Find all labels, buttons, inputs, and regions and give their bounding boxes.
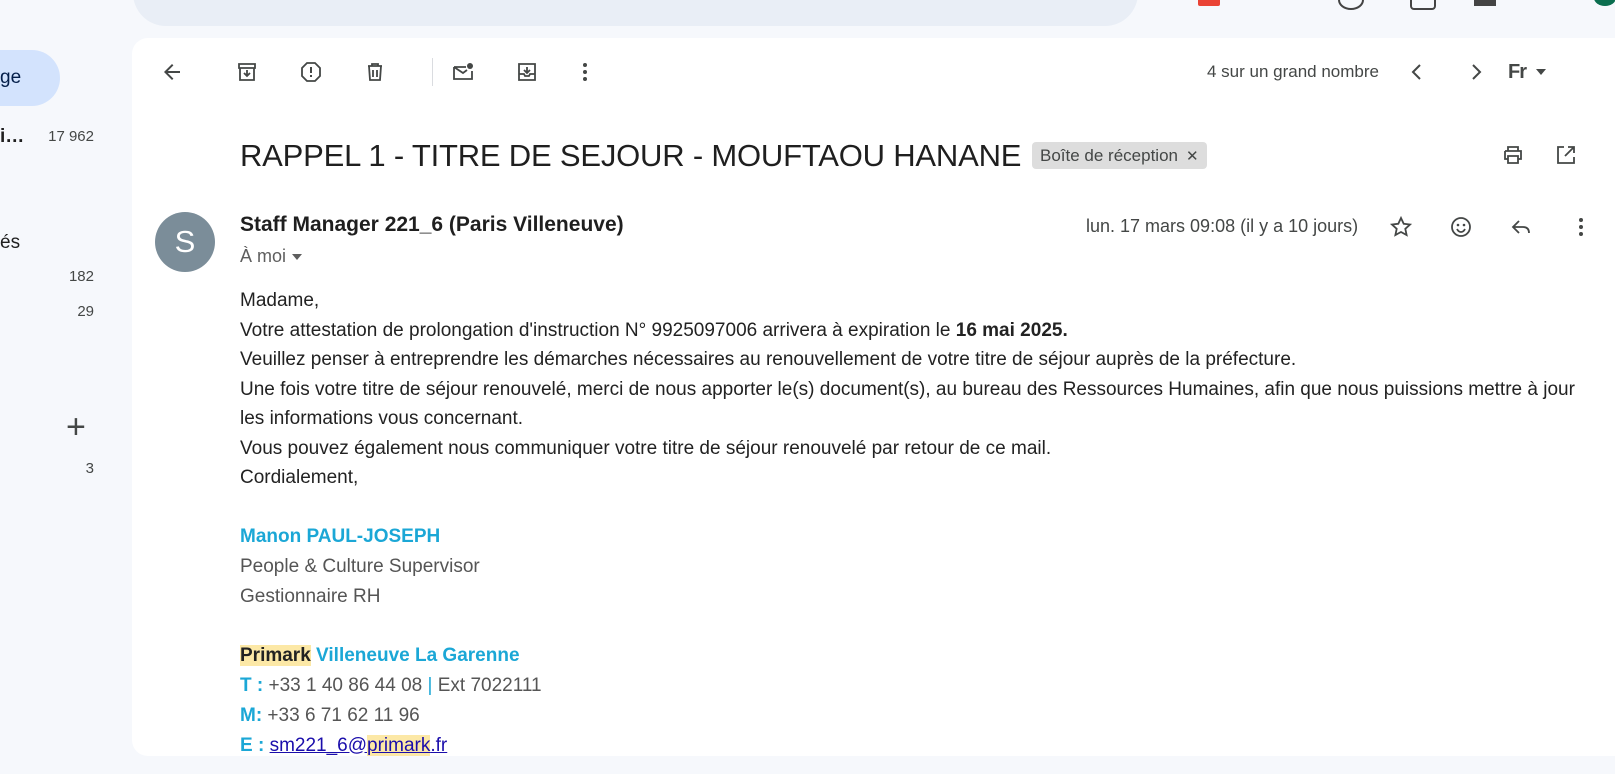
signature-title: People & Culture Supervisor [240, 555, 480, 577]
recipient-details-toggle[interactable]: À moi [240, 246, 303, 267]
label-chip-text: Boîte de réception [1040, 145, 1178, 165]
mark-unread-icon[interactable] [443, 52, 483, 92]
sidebar-item-count: 29 [77, 303, 94, 320]
company-highlight: Primark [240, 644, 311, 666]
emoji-reaction-icon[interactable] [1441, 207, 1481, 247]
input-tools-button[interactable]: Fr [1497, 52, 1557, 92]
company-location: Villeneuve La Garenne [310, 644, 520, 666]
phone-label: T : [240, 674, 264, 696]
report-spam-icon[interactable] [291, 52, 331, 92]
move-to-icon[interactable] [507, 52, 547, 92]
signature-email: E : sm221_6@primark.fr [240, 731, 1580, 761]
star-icon[interactable] [1381, 207, 1421, 247]
body-line: Votre attestation de prolongation d'inst… [240, 316, 1580, 346]
settings-icon[interactable] [1410, 0, 1436, 10]
reply-icon[interactable] [1501, 207, 1541, 247]
delete-icon[interactable] [355, 52, 395, 92]
signature: Manon PAUL-JOSEPH People & Culture Super… [240, 522, 1580, 761]
sidebar-item-count: 3 [85, 460, 94, 477]
add-label-plus-icon[interactable]: + [66, 410, 86, 444]
phone-value: +33 1 40 86 44 08 [263, 674, 428, 696]
back-arrow-icon[interactable] [152, 52, 192, 92]
signature-title: Gestionnaire RH [240, 585, 381, 607]
signature-company: Primark Villeneuve La Garenne [240, 641, 1580, 671]
more-vert-icon[interactable] [1561, 207, 1601, 247]
open-new-window-icon[interactable] [1546, 135, 1586, 175]
gemini-icon[interactable] [1474, 0, 1496, 6]
search-bar[interactable] [133, 0, 1138, 26]
email-part: sm221_6@ [269, 734, 368, 756]
more-vert-icon[interactable] [565, 52, 605, 92]
mobile-label: M: [240, 704, 263, 726]
email-link[interactable]: sm221_6@primark.fr [269, 734, 448, 756]
archive-icon[interactable] [227, 52, 267, 92]
print-icon[interactable] [1493, 135, 1533, 175]
signature-phone: T : +33 1 40 86 44 08 | Ext 7022111 [240, 671, 1580, 701]
mobile-value: +33 6 71 62 11 96 [262, 704, 420, 726]
remove-label-close-icon[interactable]: ✕ [1186, 147, 1199, 165]
recipient-label: À moi [240, 246, 287, 266]
expiry-date: 16 mai 2025. [955, 319, 1068, 341]
sidebar-item-count: 182 [68, 268, 94, 285]
older-chevron-right-icon[interactable] [1456, 52, 1496, 92]
message-subject: RAPPEL 1 - TITRE DE SEJOUR - MOUFTAOU HA… [240, 138, 1022, 173]
newer-chevron-left-icon[interactable] [1397, 52, 1437, 92]
email-label: E : [240, 734, 265, 756]
body-line-text: Votre attestation de prolongation d'inst… [240, 319, 956, 341]
sender-avatar[interactable]: S [155, 212, 215, 272]
app-icon[interactable] [1198, 0, 1220, 6]
email-part: .fr [430, 734, 448, 756]
chevron-down-icon [1536, 69, 1546, 75]
email-highlight: primark [367, 734, 431, 756]
help-icon[interactable] [1338, 0, 1364, 10]
chevron-down-icon [292, 254, 303, 261]
sidebar-item-count: 17 962 [48, 128, 94, 145]
greeting: Madame, [240, 290, 320, 311]
signature-mobile: M: +33 6 71 62 11 96 [240, 701, 1580, 731]
input-tools-label: Fr [1508, 60, 1527, 83]
sidebar-item-label: ge [0, 67, 22, 88]
body-line: Vous pouvez également nous communiquer v… [240, 437, 1052, 459]
message-date: lun. 17 mars 09:08 (il y a 10 jours) [1086, 216, 1359, 236]
signature-name: Manon PAUL-JOSEPH [240, 525, 441, 547]
sidebar-item-label[interactable]: i… [0, 126, 24, 148]
pager-text: 4 sur un grand nombre [1207, 62, 1379, 81]
body-line: Une fois votre titre de séjour renouvelé… [240, 378, 1575, 430]
sidebar-item-label[interactable]: és [0, 232, 20, 254]
sender-name[interactable]: Staff Manager 221_6 (Paris Villeneuve) [240, 213, 624, 237]
closing: Cordialement, [240, 467, 359, 488]
phone-extension: Ext 7022111 [432, 674, 542, 696]
sidebar-item-inbox[interactable]: ge [0, 50, 60, 106]
account-avatar[interactable] [1594, 0, 1615, 6]
message-body: Madame, Votre attestation de prolongatio… [240, 286, 1580, 761]
toolbar-divider [432, 58, 433, 86]
label-chip: Boîte de réception ✕ [1032, 142, 1207, 169]
body-line: Veuillez penser à entreprendre les démar… [240, 349, 1297, 370]
